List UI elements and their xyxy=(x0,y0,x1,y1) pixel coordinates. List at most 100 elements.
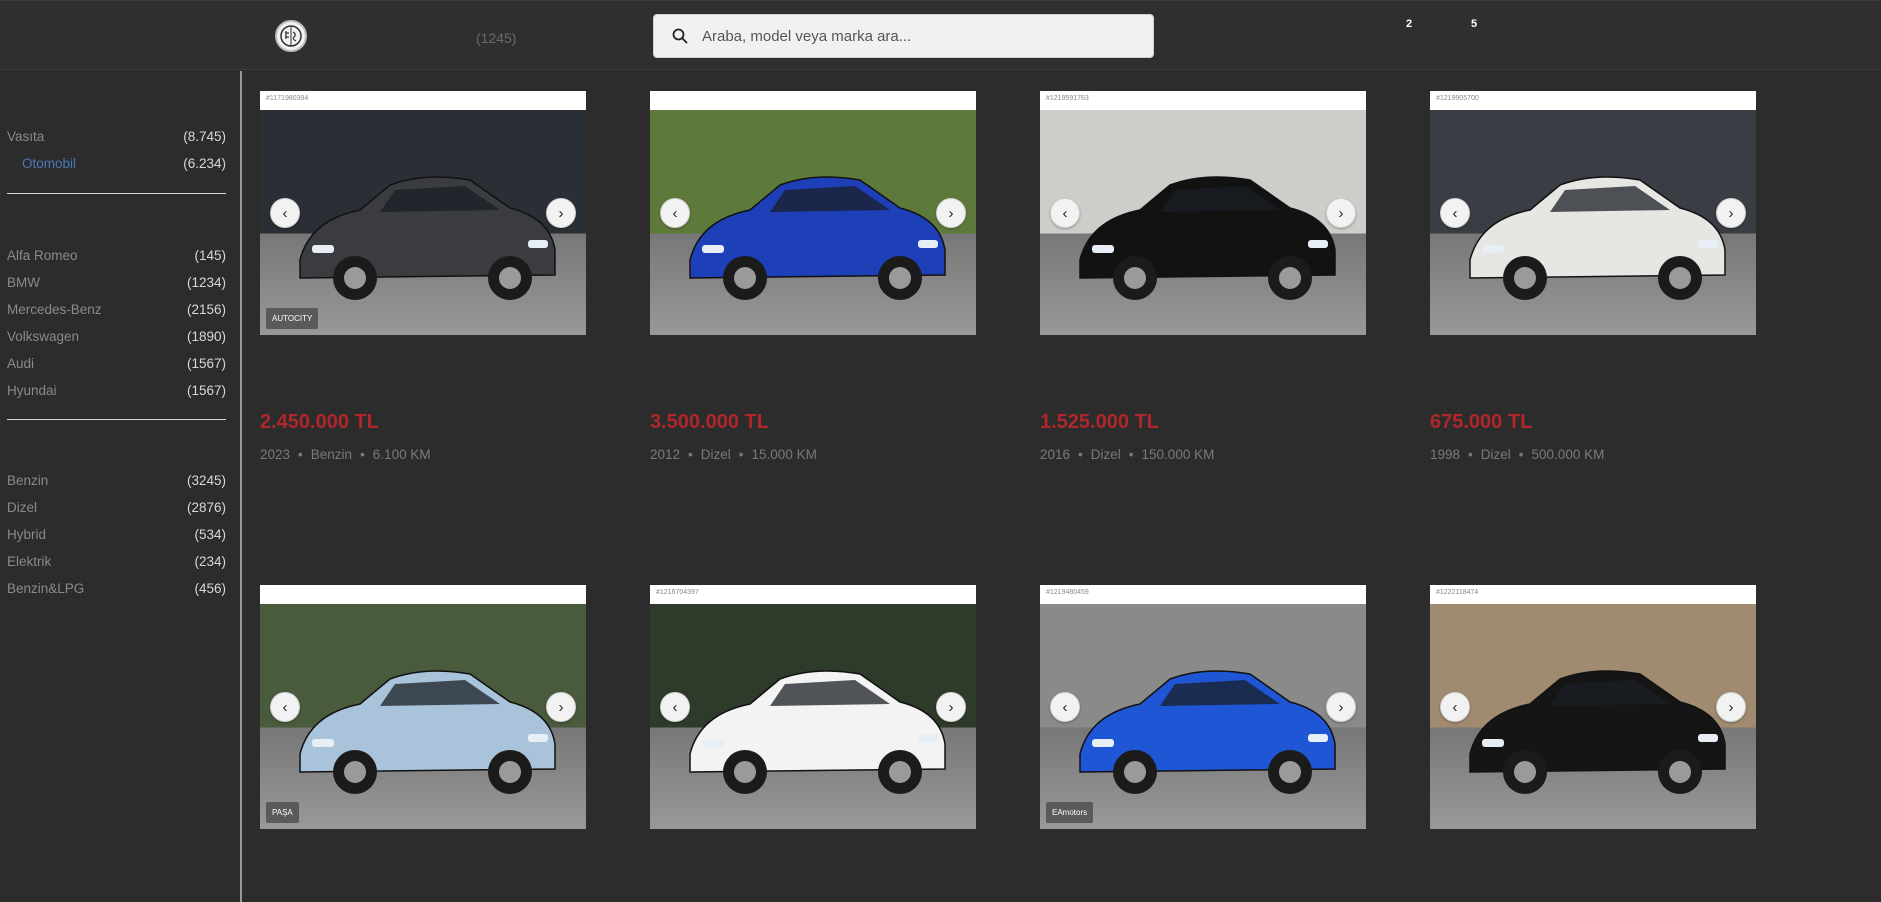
brand-label: Audi xyxy=(7,356,35,371)
photo-id-label: #1171980394 xyxy=(260,91,586,110)
listing-photo[interactable]: #1219591763 ‹ › xyxy=(1040,91,1366,335)
category-item-vasita[interactable]: Vasıta (8.745) xyxy=(7,129,226,144)
brand-label: Hyundai xyxy=(7,383,57,398)
listing-fuel: Benzin xyxy=(310,447,353,462)
brand-item-audi[interactable]: Audi (1567) xyxy=(7,356,226,371)
listing-fuel: Dizel xyxy=(700,447,731,462)
car-illustration xyxy=(299,176,556,300)
listing-km: 6.100 KM xyxy=(372,447,431,462)
listing-details: 2016 • Dizel • 150.000 KM xyxy=(1040,447,1214,462)
listing-photo[interactable]: ‹ › xyxy=(650,91,976,335)
prev-photo-button[interactable]: ‹ xyxy=(270,198,300,228)
chevron-left-icon: ‹ xyxy=(1452,698,1458,716)
photo-id-label: #1222118474 xyxy=(1430,585,1756,604)
car-illustration xyxy=(1469,670,1726,794)
header-badge-messages[interactable]: 2 xyxy=(1406,18,1412,30)
next-photo-button[interactable]: › xyxy=(936,692,966,722)
next-photo-button[interactable]: › xyxy=(546,692,576,722)
separator-dot: • xyxy=(738,447,744,462)
listing-details: 2023 • Benzin • 6.100 KM xyxy=(260,447,431,462)
prev-photo-button[interactable]: ‹ xyxy=(1440,198,1470,228)
brand-count: (1890) xyxy=(186,329,226,344)
fuel-label: Benzin xyxy=(7,473,49,488)
brand-count: (1567) xyxy=(186,356,226,371)
top-header: (1245) 2 5 xyxy=(0,0,1881,70)
category-label: Vasıta xyxy=(7,129,45,144)
separator-dot: • xyxy=(1468,447,1473,462)
chevron-right-icon: › xyxy=(948,204,954,222)
fuel-label: Elektrik xyxy=(7,554,52,569)
chevron-left-icon: ‹ xyxy=(1452,204,1458,222)
separator-dot: • xyxy=(360,447,365,462)
chevron-right-icon: › xyxy=(558,204,564,222)
chevron-right-icon: › xyxy=(558,698,564,716)
listing-photo[interactable]: ‹ › PAŞA xyxy=(260,585,586,829)
fuel-item-dizel[interactable]: Dizel (2876) xyxy=(7,500,226,515)
listing-photo[interactable]: #1216704397 ‹ › xyxy=(650,585,976,829)
brand-item-alfa-romeo[interactable]: Alfa Romeo (145) xyxy=(7,248,226,263)
fuel-count: (2876) xyxy=(186,500,226,515)
car-illustration xyxy=(299,670,556,794)
next-photo-button[interactable]: › xyxy=(546,198,576,228)
car-image xyxy=(1430,604,1756,829)
prev-photo-button[interactable]: ‹ xyxy=(270,692,300,722)
car-image xyxy=(260,110,586,335)
prev-photo-button[interactable]: ‹ xyxy=(1440,692,1470,722)
listing-price: 2.450.000 TL xyxy=(260,411,379,433)
car-image xyxy=(650,604,976,829)
photo-id-label: #1219480459 xyxy=(1040,585,1366,604)
car-image xyxy=(260,604,586,829)
brand-item-hyundai[interactable]: Hyundai (1567) xyxy=(7,383,226,398)
prev-photo-button[interactable]: ‹ xyxy=(660,198,690,228)
brand-label: Mercedes-Benz xyxy=(7,302,102,317)
dealer-logo: PAŞA xyxy=(266,802,299,823)
listing-photo[interactable]: #1219480459 ‹ › EAmotors xyxy=(1040,585,1366,829)
dealer-logo: EAmotors xyxy=(1046,802,1094,823)
search-input[interactable] xyxy=(702,27,1142,45)
prev-photo-button[interactable]: ‹ xyxy=(660,692,690,722)
fuel-item-benzin-lpg[interactable]: Benzin&LPG (456) xyxy=(7,581,226,596)
listing-price: 3.500.000 TL xyxy=(650,411,769,433)
next-photo-button[interactable]: › xyxy=(1326,198,1356,228)
car-illustration xyxy=(1079,670,1336,794)
fuel-item-hybrid[interactable]: Hybrid (534) xyxy=(7,527,226,542)
listing-year: 2012 xyxy=(650,447,681,462)
fuel-count: (3245) xyxy=(186,473,226,488)
brand-item-bmw[interactable]: BMW (1234) xyxy=(7,275,226,290)
listing-price: 675.000 TL xyxy=(1430,411,1533,433)
app-root: (1245) 2 5 Vasıta (8.745) Otomobil (6.23… xyxy=(0,0,1881,902)
car-image xyxy=(1430,110,1756,335)
next-photo-button[interactable]: › xyxy=(1716,198,1746,228)
fuel-item-benzin[interactable]: Benzin (3245) xyxy=(7,473,226,488)
category-item-otomobil[interactable]: Otomobil (6.234) xyxy=(7,156,226,171)
prev-photo-button[interactable]: ‹ xyxy=(1050,692,1080,722)
chevron-right-icon: › xyxy=(1338,698,1344,716)
prev-photo-button[interactable]: ‹ xyxy=(1050,198,1080,228)
brand-item-volkswagen[interactable]: Volkswagen (1890) xyxy=(7,329,226,344)
next-photo-button[interactable]: › xyxy=(936,198,966,228)
brand-logo[interactable] xyxy=(275,20,307,52)
section-divider xyxy=(7,419,226,420)
search-bar[interactable] xyxy=(653,14,1154,58)
next-photo-button[interactable]: › xyxy=(1716,692,1746,722)
separator-dot: • xyxy=(1128,447,1134,462)
brand-item-mercedes-benz[interactable]: Mercedes-Benz (2156) xyxy=(7,302,226,317)
chevron-left-icon: ‹ xyxy=(1062,698,1068,716)
fuel-count: (456) xyxy=(194,581,226,596)
separator-dot: • xyxy=(1078,447,1083,462)
chevron-right-icon: › xyxy=(1728,698,1734,716)
listing-photo[interactable]: #1219905700 ‹ › xyxy=(1430,91,1756,335)
photo-id-label: #1219591763 xyxy=(1040,91,1366,110)
car-image xyxy=(1040,110,1366,335)
brand-count: (2156) xyxy=(186,302,226,317)
car-illustration xyxy=(689,670,946,794)
car-illustration xyxy=(689,176,946,300)
chevron-left-icon: ‹ xyxy=(672,204,678,222)
filter-sidebar: Vasıta (8.745) Otomobil (6.234) Alfa Rom… xyxy=(0,71,242,902)
fuel-item-elektrik[interactable]: Elektrik (234) xyxy=(7,554,226,569)
listing-photo[interactable]: #1222118474 ‹ › xyxy=(1430,585,1756,829)
listing-photo[interactable]: #1171980394 ‹ › AUTOCITY xyxy=(260,91,586,335)
next-photo-button[interactable]: › xyxy=(1326,692,1356,722)
header-badge-notifications[interactable]: 5 xyxy=(1471,18,1477,30)
listing-km: 15.000 KM xyxy=(751,447,817,462)
